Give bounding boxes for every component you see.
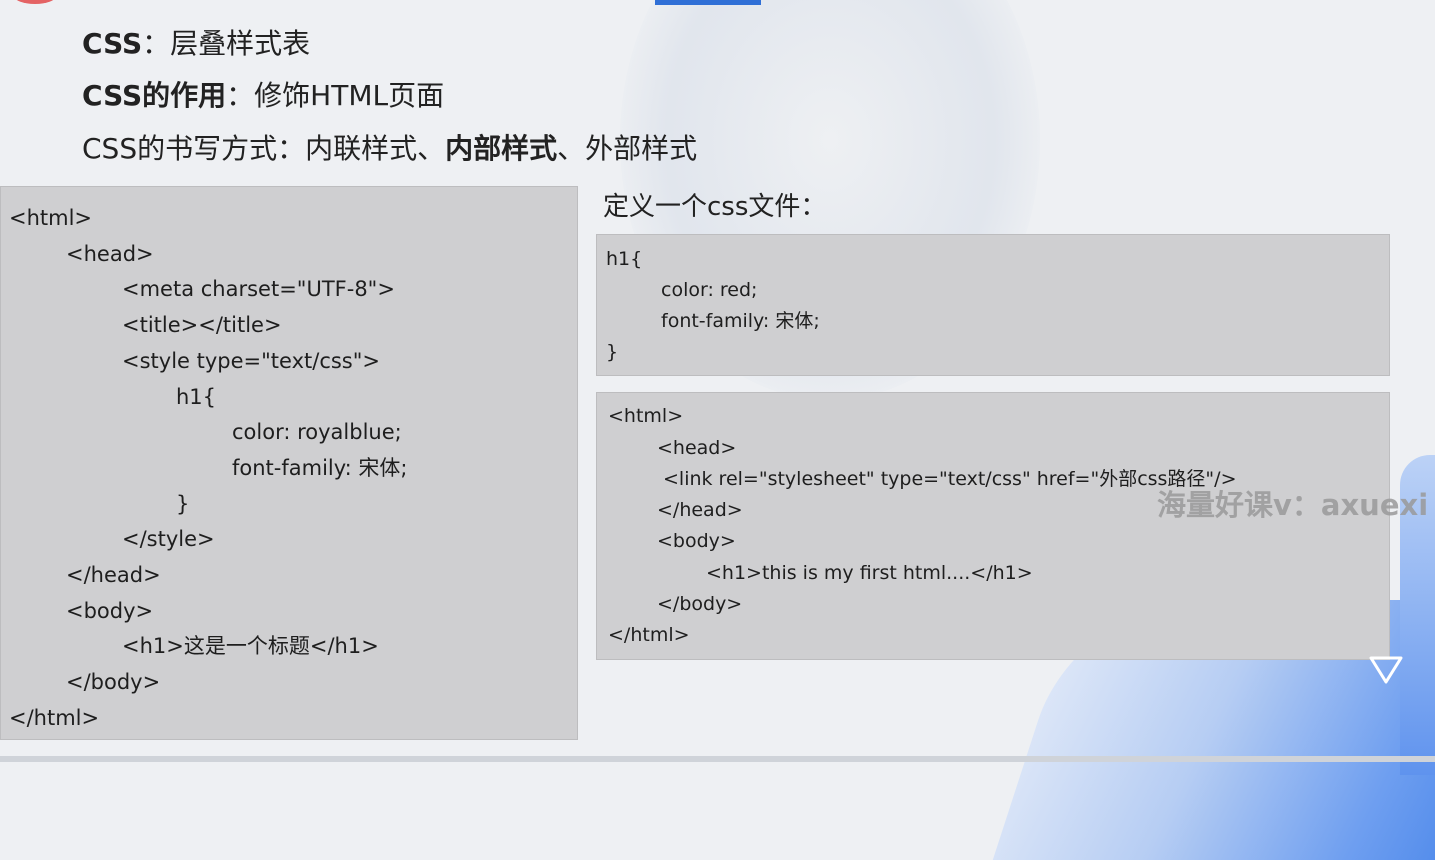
code-line: </style> <box>122 527 215 551</box>
code-line: </html> <box>608 624 690 646</box>
code-line: <body> <box>66 599 154 623</box>
code-line: h1{ <box>176 385 217 409</box>
css-file-title: 定义一个css文件： <box>603 192 827 222</box>
internal-style-code-block: <html> <head> <meta charset="UTF-8"> <ti… <box>0 186 578 740</box>
code-line: </html> <box>9 706 100 730</box>
code-line: } <box>176 492 190 516</box>
heading-css-writing-methods: CSS的书写方式：内联样式、内部样式、外部样式 <box>82 132 698 165</box>
code-line: <html> <box>9 206 93 230</box>
code-line: </body> <box>657 593 743 615</box>
code-line: <title></title> <box>122 313 282 337</box>
watermark-text: 海量好课v：axuexi <box>1157 488 1429 522</box>
code-line: </head> <box>657 499 743 521</box>
code-line: color: royalblue; <box>232 420 402 444</box>
heading-css-definition: CSS：层叠样式表 <box>82 27 311 60</box>
code-line: <head> <box>66 242 154 266</box>
code-line: <body> <box>657 530 736 552</box>
code-line: font-family: 宋体; <box>661 310 820 332</box>
code-line: <html> <box>608 405 684 427</box>
code-line: <meta charset="UTF-8"> <box>122 277 395 301</box>
code-line: <link rel="stylesheet" type="text/css" h… <box>663 468 1237 490</box>
code-line: </head> <box>66 563 161 587</box>
bottom-divider <box>0 756 1435 762</box>
code-line: } <box>606 341 619 363</box>
code-line: <style type="text/css"> <box>122 349 380 373</box>
code-line: </body> <box>66 670 161 694</box>
top-accent-bar <box>655 0 761 5</box>
external-css-code-block: h1{ color: red; font-family: 宋体; } <box>596 234 1390 376</box>
top-logo-fragment <box>14 0 56 4</box>
heading-css-purpose: CSS的作用：修饰HTML页面 <box>82 79 445 112</box>
chevron-down-icon[interactable] <box>1368 655 1404 685</box>
link-stylesheet-code-block: <html> <head> <link rel="stylesheet" typ… <box>596 392 1390 660</box>
code-line: <h1>this is my first html....</h1> <box>706 562 1033 584</box>
code-line: h1{ <box>606 248 643 270</box>
code-line: <h1>这是一个标题</h1> <box>122 634 379 658</box>
code-line: font-family: 宋体; <box>232 456 408 480</box>
code-line: <head> <box>657 437 737 459</box>
code-line: color: red; <box>661 279 758 301</box>
